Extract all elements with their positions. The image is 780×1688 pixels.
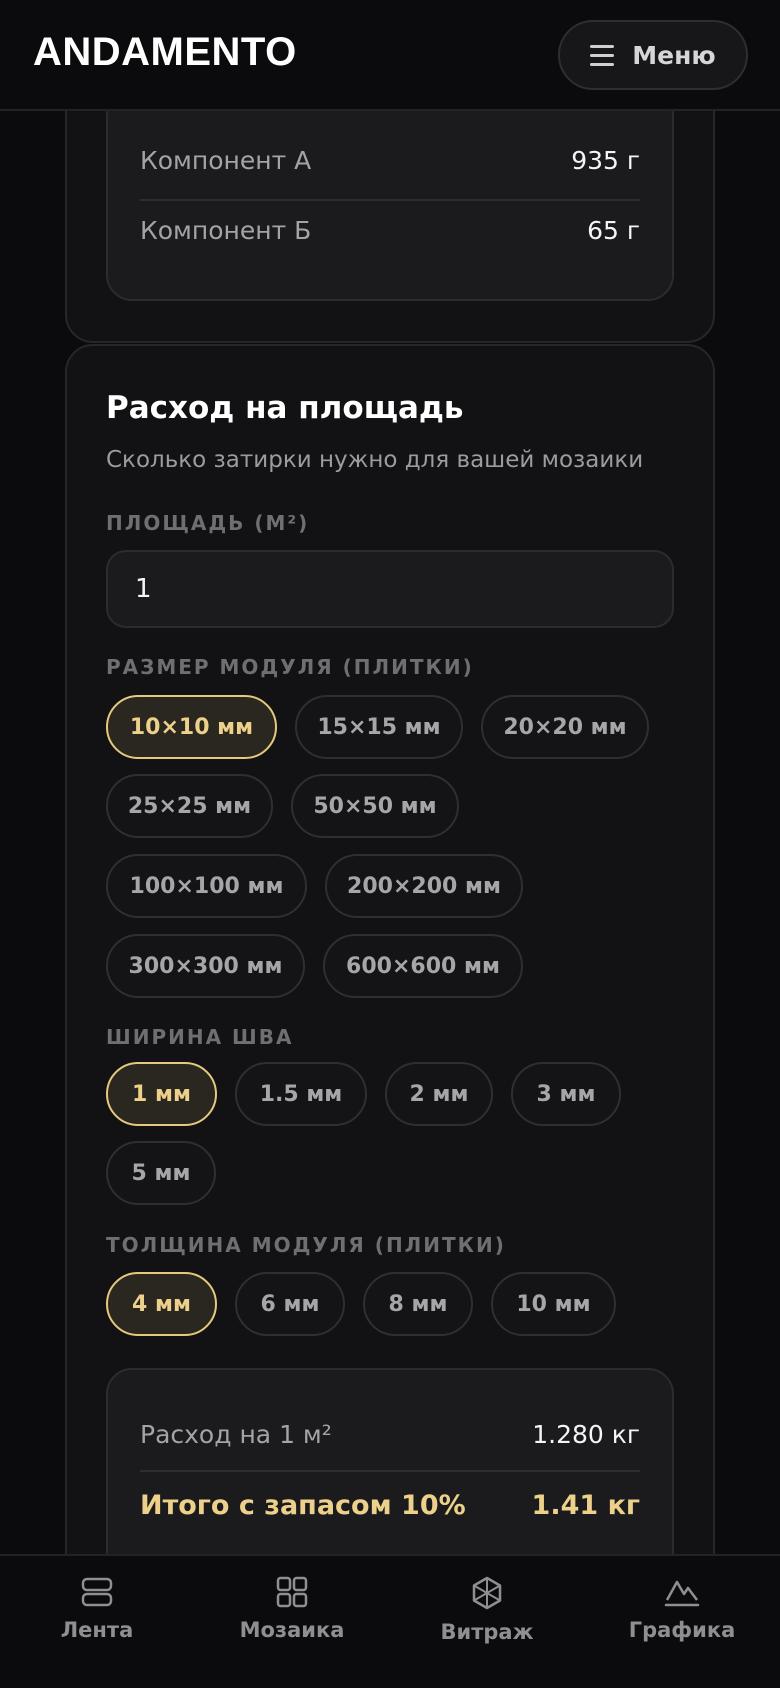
nav-label-stained-glass: Витраж: [440, 1620, 534, 1644]
module-size-chip[interactable]: 100×100 мм: [106, 854, 307, 918]
area-input[interactable]: 1: [106, 550, 674, 628]
component-a-label: Компонент А: [140, 146, 312, 175]
components-box: [106, 90, 674, 301]
nav-label-graphics: Графика: [628, 1618, 736, 1642]
total-value: 1.41 кг: [531, 1490, 640, 1521]
nav-item-graphics[interactable]: Графика: [592, 1576, 772, 1642]
module-size-label: РАЗМЕР МОДУЛЯ (ПЛИТКИ): [106, 655, 474, 679]
nav-item-stained-glass[interactable]: Витраж: [397, 1576, 577, 1644]
component-b-label: Компонент Б: [140, 216, 312, 245]
module-size-chip[interactable]: 200×200 мм: [325, 854, 523, 918]
thickness-label: ТОЛЩИНА МОДУЛЯ (ПЛИТКИ): [106, 1233, 506, 1257]
result-divider: [140, 1470, 640, 1472]
component-b-row: Компонент Б 65 г: [140, 216, 640, 245]
joint-width-chip[interactable]: 1 мм: [106, 1062, 217, 1126]
joint-width-label: ШИРИНА ШВА: [106, 1025, 294, 1049]
mountain-icon: [664, 1580, 700, 1607]
menu-label: Меню: [632, 40, 716, 70]
total-row: Итого с запасом 10% 1.41 кг: [140, 1490, 640, 1521]
components-divider: [140, 199, 640, 201]
logo[interactable]: ANDAMENTO: [33, 30, 297, 75]
module-size-chip[interactable]: 25×25 мм: [106, 774, 273, 838]
thickness-chip[interactable]: 6 мм: [235, 1272, 345, 1336]
component-a-row: Компонент А 935 г: [140, 146, 640, 175]
joint-width-chip[interactable]: 3 мм: [511, 1062, 621, 1126]
component-a-value: 935 г: [571, 146, 640, 175]
joint-width-chip[interactable]: 1.5 мм: [235, 1062, 367, 1126]
module-size-chip[interactable]: 50×50 мм: [291, 774, 459, 838]
thickness-chip[interactable]: 4 мм: [106, 1272, 217, 1336]
page-content: Компонент А 935 г Компонент Б 65 г Расхо…: [0, 0, 780, 1688]
nav-item-mosaic[interactable]: Мозаика: [202, 1576, 382, 1642]
per-m2-value: 1.280 кг: [532, 1420, 640, 1449]
nav-label-mosaic: Мозаика: [239, 1618, 345, 1642]
app-header: ANDAMENTO Меню: [0, 0, 780, 111]
joint-width-chip[interactable]: 2 мм: [385, 1062, 493, 1126]
feed-icon: [81, 1577, 113, 1607]
bottom-nav: Лента Мозаика Витраж Графика: [0, 1554, 780, 1688]
joint-width-chip[interactable]: 5 мм: [106, 1141, 216, 1205]
total-label: Итого с запасом 10%: [140, 1490, 466, 1521]
nav-item-feed[interactable]: Лента: [7, 1576, 187, 1642]
module-size-chip[interactable]: 15×15 мм: [295, 695, 463, 759]
module-size-chip[interactable]: 300×300 мм: [106, 934, 305, 998]
module-size-chip[interactable]: 600×600 мм: [323, 934, 523, 998]
per-m2-label: Расход на 1 м²: [140, 1420, 332, 1449]
thickness-chip[interactable]: 8 мм: [363, 1272, 473, 1336]
per-m2-row: Расход на 1 м² 1.280 кг: [140, 1420, 640, 1449]
nav-label-feed: Лента: [60, 1618, 134, 1642]
component-b-value: 65 г: [587, 216, 640, 245]
hamburger-icon: [590, 44, 615, 66]
module-size-chip[interactable]: 10×10 мм: [106, 695, 277, 759]
grid-icon: [276, 1576, 308, 1608]
menu-button[interactable]: Меню: [558, 20, 748, 90]
calculator-title: Расход на площадь: [106, 390, 464, 426]
thickness-chip[interactable]: 10 мм: [491, 1272, 616, 1336]
calculator-subtitle: Сколько затирки нужно для вашей мозаики: [106, 447, 644, 473]
module-size-chip[interactable]: 20×20 мм: [481, 695, 649, 759]
area-input-value: 1: [135, 574, 152, 604]
stained-glass-icon: [472, 1576, 502, 1610]
area-label: ПЛОЩАДЬ (М²): [106, 511, 310, 535]
